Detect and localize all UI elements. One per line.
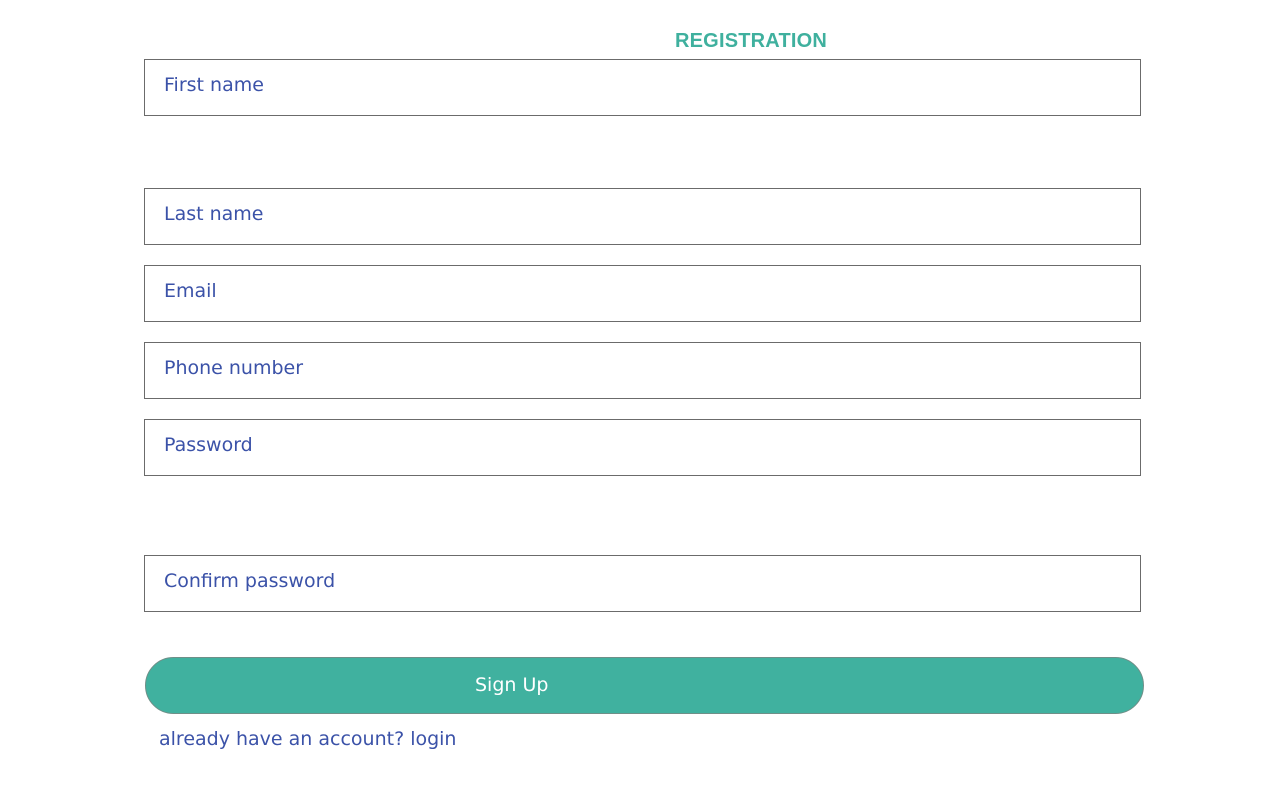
- last-name-input[interactable]: [144, 188, 1141, 245]
- registration-page: REGISTRATION Sign Up already have an acc…: [0, 0, 1280, 800]
- phone-number-input[interactable]: [144, 342, 1141, 399]
- sign-up-button[interactable]: Sign Up: [145, 657, 1144, 714]
- email-input[interactable]: [144, 265, 1141, 322]
- page-title: REGISTRATION: [675, 30, 828, 52]
- confirm-password-input[interactable]: [144, 555, 1141, 612]
- first-name-input[interactable]: [144, 59, 1141, 116]
- sign-up-label: Sign Up: [475, 674, 549, 696]
- password-input[interactable]: [144, 419, 1141, 476]
- login-link[interactable]: already have an account? login: [159, 728, 456, 750]
